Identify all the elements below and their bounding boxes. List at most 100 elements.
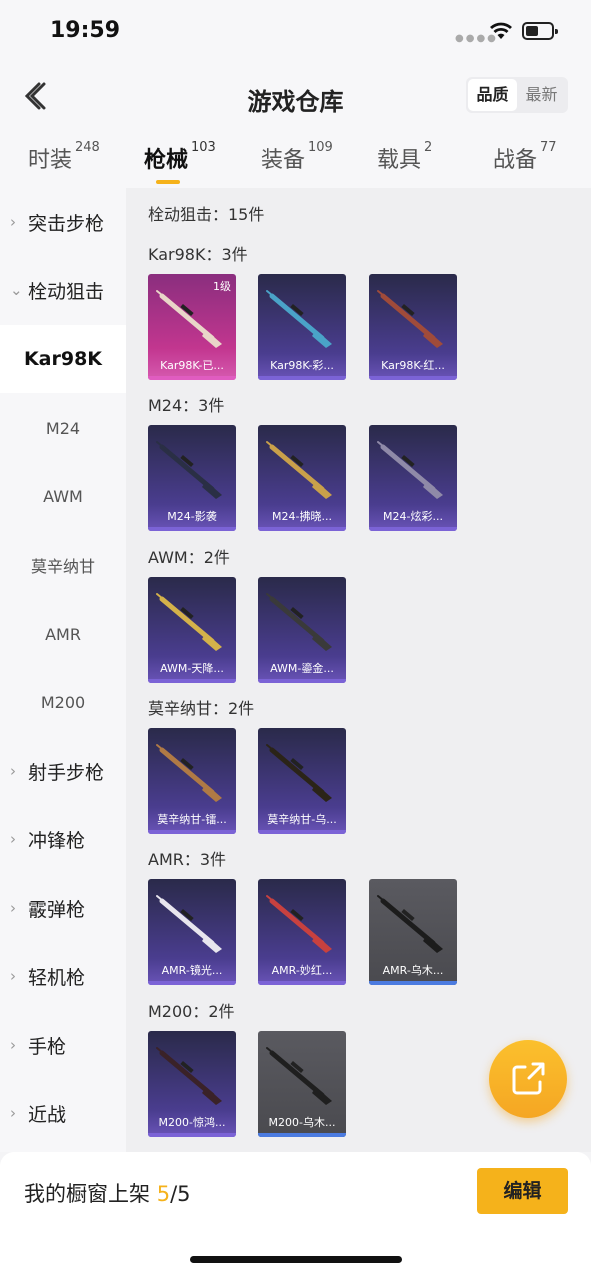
group-title: 莫辛纳甘：2件 [148, 699, 255, 718]
sniper-rifle-icon [156, 744, 222, 802]
rarity-bar [258, 1133, 346, 1137]
weapon-card[interactable]: M24-影袭 [148, 425, 236, 531]
weapon-card[interactable]: AMR-镜光... [148, 879, 236, 985]
sidebar-subitem-awm[interactable]: AWM [0, 462, 126, 530]
sniper-rifle-icon [266, 441, 332, 499]
rarity-bar [148, 527, 236, 531]
chevron-right-icon: › [10, 830, 16, 848]
rarity-bar [148, 376, 236, 380]
weapon-name: AWM-鎏金... [270, 662, 334, 675]
sidebar-subitem-kar98k[interactable]: Kar98K [0, 325, 126, 393]
sniper-rifle-icon [377, 895, 443, 953]
share-button[interactable] [489, 1040, 567, 1118]
sniper-rifle-icon [156, 895, 222, 953]
weapon-card[interactable]: AMR-乌木... [369, 879, 457, 985]
rarity-bar [369, 981, 457, 985]
sidebar-item-smg[interactable]: › 冲锋枪 [0, 805, 136, 873]
rarity-bar [148, 679, 236, 683]
weapon-name: 莫辛纳甘-镭... [157, 813, 227, 826]
rarity-bar [258, 376, 346, 380]
sniper-rifle-icon [377, 441, 443, 499]
clock: 19:59 [50, 18, 121, 43]
rarity-bar [148, 1133, 236, 1137]
chevron-right-icon: › [10, 213, 16, 231]
showcase-total: /5 [170, 1182, 191, 1206]
weapon-name: AMR-乌木... [382, 964, 444, 977]
weapon-name: Kar98K-已... [160, 359, 224, 372]
share-icon [512, 1062, 545, 1095]
sidebar-subitem-m200[interactable]: M200 [0, 668, 126, 736]
sidebar-subitem-mosin[interactable]: 莫辛纳甘 [0, 531, 126, 599]
tab-vehicles[interactable]: 载具2 [377, 140, 432, 174]
weapon-card[interactable]: 莫辛纳甘-乌... [258, 728, 346, 834]
weapon-card[interactable]: M24-拂晓... [258, 425, 346, 531]
category-tabs: 时装248 枪械103 装备109 载具2 战备77 [0, 128, 591, 188]
level-badge: 1级 [213, 280, 231, 293]
sidebar-item-lmg[interactable]: › 轻机枪 [0, 942, 136, 1010]
weapon-card[interactable]: 1级 Kar98K-已... [148, 274, 236, 380]
tab-fashion[interactable]: 时装248 [28, 140, 100, 174]
sniper-rifle-icon [156, 441, 222, 499]
sidebar-item-bolt-sniper[interactable]: ⌄ 栓动狙击 [0, 256, 136, 324]
sniper-rifle-icon [266, 1047, 332, 1105]
sniper-rifle-icon [266, 593, 332, 651]
sniper-rifle-icon [266, 744, 332, 802]
edit-button[interactable]: 编辑 [477, 1168, 568, 1214]
weapon-name: M24-影袭 [167, 510, 217, 523]
weapon-name: AWM-天降... [160, 662, 224, 675]
weapon-name: M24-炫彩... [383, 510, 443, 523]
sniper-rifle-icon [266, 290, 332, 348]
weapon-card[interactable]: M200-惊鸿... [148, 1031, 236, 1137]
weapon-card[interactable]: Kar98K-彩... [258, 274, 346, 380]
sidebar-item-melee[interactable]: › 近战 [0, 1079, 136, 1147]
weapon-name: Kar98K-红... [381, 359, 445, 372]
weapon-name: AMR-镜光... [161, 964, 223, 977]
chevron-down-icon: ⌄ [10, 281, 23, 299]
weapon-category-sidebar: › 突击步枪 ⌄ 栓动狙击 Kar98K M24 AWM 莫辛纳甘 AMR M200… [0, 188, 126, 1152]
weapon-name: 莫辛纳甘-乌... [267, 813, 337, 826]
sidebar-item-shotgun[interactable]: › 霰弹枪 [0, 874, 136, 942]
rarity-bar [258, 679, 346, 683]
sidebar-subitem-m24[interactable]: M24 [0, 394, 126, 462]
sidebar-item-pistol[interactable]: › 手枪 [0, 1011, 136, 1079]
sniper-rifle-icon [156, 290, 222, 348]
group-title: AMR：3件 [148, 850, 227, 869]
weapon-card[interactable]: AWM-天降... [148, 577, 236, 683]
sniper-rifle-icon [266, 895, 332, 953]
status-bar: 19:59 ●●●● [0, 0, 591, 64]
chevron-right-icon: › [10, 762, 16, 780]
weapon-name: Kar98K-彩... [270, 359, 334, 372]
sniper-rifle-icon [156, 1047, 222, 1105]
tab-firearms[interactable]: 枪械103 [144, 140, 216, 184]
sniper-rifle-icon [156, 593, 222, 651]
chevron-right-icon: › [10, 1104, 16, 1122]
battery-icon [522, 22, 558, 40]
rarity-bar [258, 981, 346, 985]
weapon-card[interactable]: 莫辛纳甘-镭... [148, 728, 236, 834]
sort-latest-button[interactable]: 最新 [517, 79, 566, 111]
weapon-card[interactable]: M24-炫彩... [369, 425, 457, 531]
sort-quality-button[interactable]: 品质 [468, 79, 517, 111]
weapon-card[interactable]: AMR-妙红... [258, 879, 346, 985]
sort-toggle: 品质 最新 [466, 77, 568, 113]
chevron-right-icon: › [10, 967, 16, 985]
showcase-label: 我的橱窗上架 5/5 [24, 1182, 191, 1206]
rarity-bar [258, 830, 346, 834]
section-title: 栓动狙击：15件 [148, 205, 265, 224]
weapon-card[interactable]: Kar98K-红... [369, 274, 457, 380]
sidebar-item-assault-rifle[interactable]: › 突击步枪 [0, 188, 136, 256]
chevron-right-icon: › [10, 1036, 16, 1054]
home-indicator [190, 1256, 402, 1263]
sidebar-subitem-amr[interactable]: AMR [0, 600, 126, 668]
weapon-name: M200-乌木... [268, 1116, 336, 1129]
tab-equipment[interactable]: 装备109 [261, 140, 333, 174]
weapon-name: M24-拂晓... [272, 510, 332, 523]
sidebar-item-marksman-rifle[interactable]: › 射手步枪 [0, 737, 136, 805]
rarity-bar [369, 376, 457, 380]
weapon-card[interactable]: M200-乌木... [258, 1031, 346, 1137]
chevron-right-icon: › [10, 899, 16, 917]
rarity-bar [148, 830, 236, 834]
group-title: M200：2件 [148, 1002, 235, 1021]
tab-supplies[interactable]: 战备77 [493, 140, 557, 174]
weapon-card[interactable]: AWM-鎏金... [258, 577, 346, 683]
